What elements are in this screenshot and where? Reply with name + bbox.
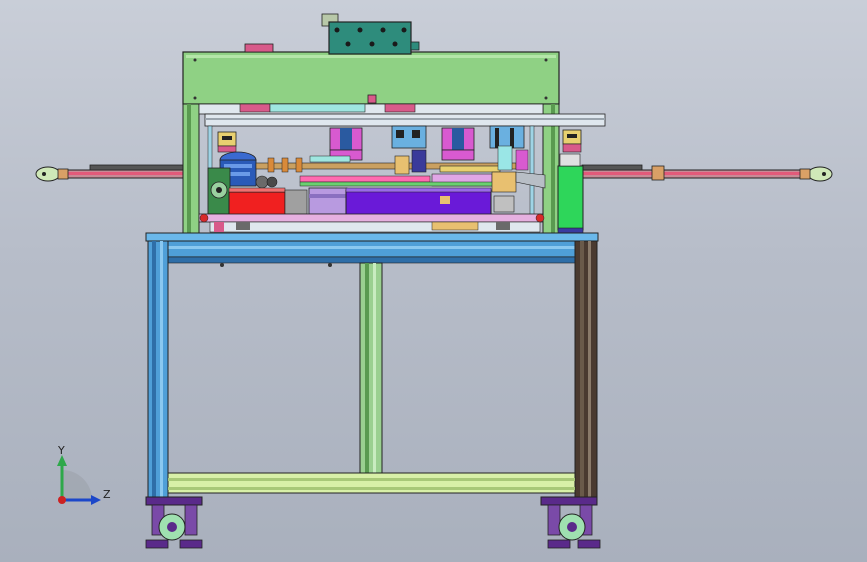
- left-slide-rail: [35, 164, 186, 182]
- control-box[interactable]: [321, 13, 420, 55]
- internal-mechanism: [198, 125, 584, 235]
- right-slide-rail: [581, 164, 833, 182]
- y-axis-label: Y: [57, 444, 65, 457]
- machine-model[interactable]: Y Z: [0, 0, 867, 562]
- triad-sector: [62, 470, 92, 500]
- coordinate-triad: Y Z: [57, 444, 111, 505]
- caster-left: [145, 504, 203, 549]
- z-axis-label: Z: [103, 488, 111, 501]
- triad-origin: [58, 496, 66, 504]
- table-frame: [145, 232, 599, 506]
- cad-viewport[interactable]: Y Z: [0, 0, 867, 562]
- caster-right: [547, 504, 601, 549]
